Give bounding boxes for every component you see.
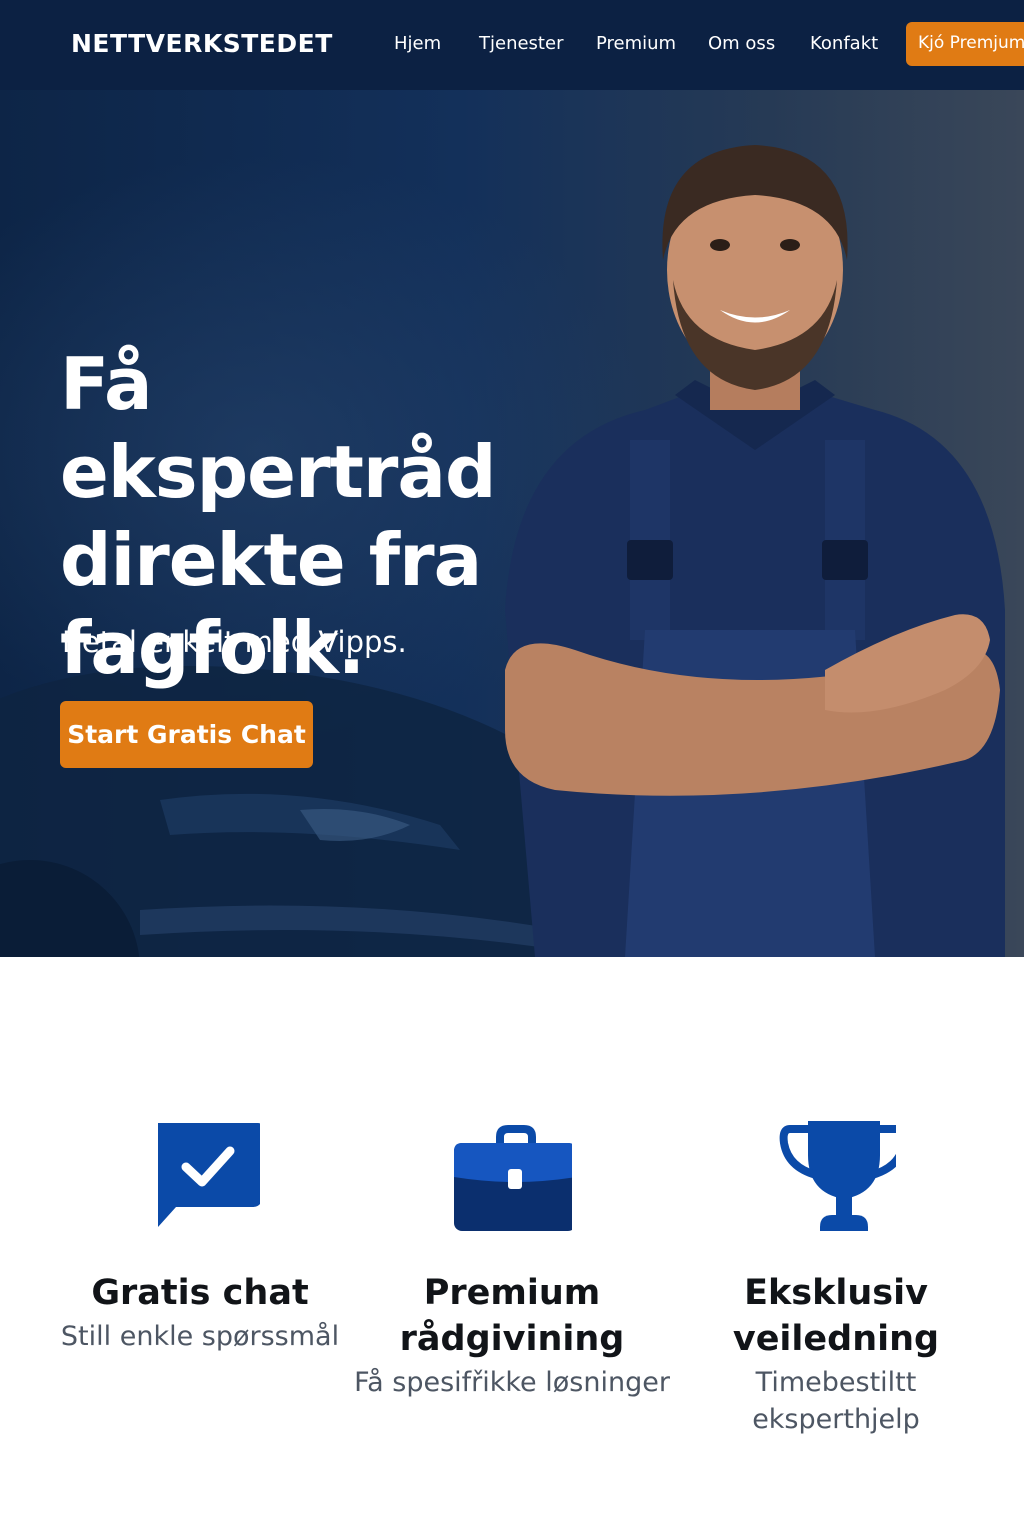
- feature-title: Eksklusiv veiledning: [732, 1273, 940, 1359]
- nav-link-om-oss[interactable]: Om oss: [708, 33, 775, 54]
- nav-link-premium[interactable]: Premium: [596, 33, 676, 54]
- nav-link-tjenester[interactable]: Tjenester: [479, 33, 563, 54]
- top-navbar: NETTVERKSTEDET Hjem Tjenester Premium Om…: [0, 0, 1024, 90]
- briefcase-icon: [454, 1125, 576, 1231]
- feature-description: Timebestiltt eksperthjelp: [752, 1367, 920, 1435]
- feature-free-chat: Gratis chat Still enkle spørssmål: [40, 1115, 360, 1355]
- feature-title: Gratis chat: [91, 1273, 309, 1313]
- start-free-chat-button[interactable]: Start Gratis Chat: [60, 701, 313, 768]
- nav-link-kontakt[interactable]: Konfakt: [810, 33, 878, 54]
- trophy-icon: [779, 1121, 909, 1231]
- buy-premium-button[interactable]: Kjó Premjum: [906, 22, 1024, 66]
- feature-exclusive-guidance: Eksklusiv veiledning Timebestiltt eksper…: [676, 1115, 996, 1438]
- feature-description: Still enkle spørssmål: [60, 1321, 340, 1352]
- feature-premium-advice: Premium rådgivining Få spesifřikke løsni…: [352, 1115, 672, 1401]
- hero-subtitle: Betal enkelt med Vipps.: [62, 625, 407, 659]
- feature-description: Få spesifřikke løsninger: [354, 1367, 670, 1398]
- brand-logo[interactable]: NETTVERKSTEDET: [71, 29, 333, 58]
- nav-link-hjem[interactable]: Hjem: [394, 33, 441, 54]
- feature-title: Premium rådgivining: [399, 1273, 625, 1359]
- chat-check-icon: [158, 1123, 262, 1227]
- hero-section: Få ekspertråd direkte fra fagfolk. Betal…: [0, 90, 1024, 957]
